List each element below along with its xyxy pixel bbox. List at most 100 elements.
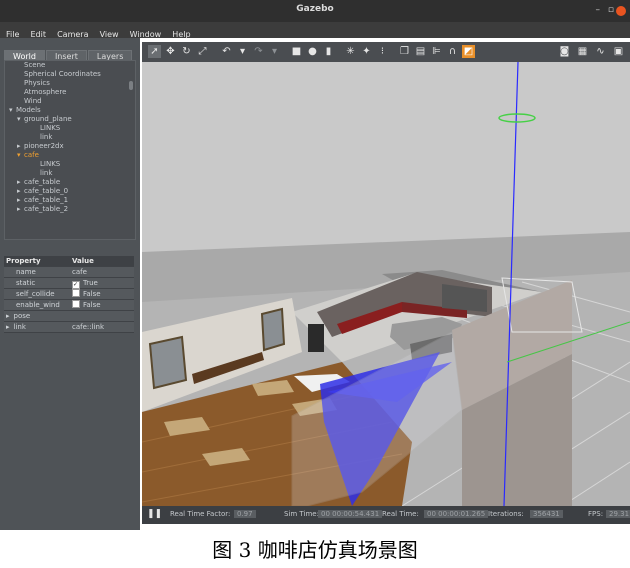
expand-arrow-icon[interactable]: ▾	[9, 106, 16, 115]
checkbox-icon[interactable]	[72, 300, 80, 308]
box-shape-icon[interactable]: ■	[290, 45, 303, 58]
undo-icon[interactable]: ↶	[220, 45, 233, 58]
tree-item-label: Atmosphere	[24, 88, 67, 96]
directional-light-icon[interactable]: ⁝	[376, 45, 389, 58]
scale-icon[interactable]: ⤢	[196, 45, 209, 58]
tree-item[interactable]: Atmosphere	[5, 88, 135, 97]
property-value-text: True	[83, 279, 98, 287]
tree-item[interactable]: ▾ cafe	[5, 151, 135, 160]
property-key: self_collide	[16, 289, 55, 299]
property-row[interactable]: enable_wind False	[4, 300, 134, 311]
tree-item-label: link	[40, 133, 53, 141]
property-value: False	[72, 289, 101, 299]
menu-bar: File Edit Camera View Window Help	[0, 22, 630, 39]
tree-item[interactable]: LINKS	[5, 124, 135, 133]
toolbar: ➚ ✥ ↻ ⤢ ↶ ▾ ↷ ▾ ■ ● ▮ ✳ ✦ ⁝ ❐ ▤ ⊫ ∩ ◩ ◙ …	[142, 42, 630, 62]
paste-icon[interactable]: ▤	[414, 45, 427, 58]
snap-icon[interactable]: ∩	[446, 45, 459, 58]
rotate-icon[interactable]: ↻	[180, 45, 193, 58]
screenshot-icon[interactable]: ◙	[558, 45, 571, 58]
collapse-arrow-icon[interactable]: ▸	[17, 187, 24, 196]
tree-item[interactable]: ▸ cafe_table_1	[5, 196, 135, 205]
copy-icon[interactable]: ❐	[398, 45, 411, 58]
change-view-icon[interactable]: ◩	[462, 45, 475, 58]
undo-dropdown-icon[interactable]: ▾	[236, 45, 249, 58]
tree-item-label: ground_plane	[24, 115, 72, 123]
expand-arrow-icon[interactable]: ▾	[17, 151, 24, 160]
figure-caption: 图 3 咖啡店仿真场景图	[212, 538, 418, 562]
tree-item[interactable]: LINKS	[5, 160, 135, 169]
maximize-button[interactable]: ▫	[608, 5, 614, 15]
property-key-label: name	[16, 268, 36, 276]
property-row[interactable]: ▸ pose	[4, 311, 134, 322]
tree-item[interactable]: link	[5, 133, 135, 142]
tree-item[interactable]: Spherical Coordinates	[5, 70, 135, 79]
property-row[interactable]: static ✓ True	[4, 278, 134, 289]
property-value: cafe	[72, 267, 87, 277]
property-key-label: enable_wind	[16, 301, 60, 309]
expand-arrow-icon[interactable]: ▸	[6, 323, 10, 331]
property-row[interactable]: ▸ link cafe::link	[4, 322, 134, 333]
close-button[interactable]	[616, 6, 626, 16]
plot-icon[interactable]: ∿	[594, 45, 607, 58]
property-key: ▸ pose	[6, 311, 30, 321]
iterations-label: Iterations:	[488, 510, 524, 518]
tree-item[interactable]: ▸ cafe_table_0	[5, 187, 135, 196]
property-value: False	[72, 300, 101, 310]
tree-scrollbar[interactable]	[129, 81, 133, 90]
collapse-arrow-icon[interactable]: ▸	[17, 196, 24, 205]
tree-item[interactable]: Wind	[5, 97, 135, 106]
sphere-shape-icon[interactable]: ●	[306, 45, 319, 58]
real-time-value: 00 00:00:01.265	[424, 510, 489, 518]
tree-item-label: Spherical Coordinates	[24, 70, 101, 78]
status-bar: ❚❚ Real Time Factor: 0.97 Sim Time: 00 0…	[142, 506, 630, 524]
point-light-icon[interactable]: ✳	[344, 45, 357, 58]
collapse-arrow-icon[interactable]: ▸	[17, 178, 24, 187]
tree-item[interactable]: link	[5, 169, 135, 178]
checkbox-icon[interactable]	[72, 289, 80, 297]
minimize-button[interactable]: –	[596, 5, 601, 15]
tree-item[interactable]: ▾ Models	[5, 106, 135, 115]
property-value: cafe::link	[72, 322, 104, 332]
log-icon[interactable]: ▦	[576, 45, 589, 58]
translate-icon[interactable]: ✥	[164, 45, 177, 58]
cylinder-shape-icon[interactable]: ▮	[322, 45, 335, 58]
tree-item[interactable]: ▸ pioneer2dx	[5, 142, 135, 151]
spot-light-icon[interactable]: ✦	[360, 45, 373, 58]
sim-time-label: Sim Time:	[284, 510, 319, 518]
property-value: ✓ True	[72, 278, 98, 289]
redo-icon[interactable]: ↷	[252, 45, 265, 58]
property-value-text: cafe	[72, 268, 87, 276]
property-key-label: pose	[13, 312, 31, 320]
select-arrow-icon[interactable]: ➚	[148, 45, 161, 58]
tree-item[interactable]: Scene	[5, 61, 135, 70]
collapse-arrow-icon[interactable]: ▸	[17, 142, 24, 151]
expand-arrow-icon[interactable]: ▾	[17, 115, 24, 124]
fps-value: 29.31	[606, 510, 630, 518]
property-table: Property Value name cafe static ✓ True self_c…	[4, 256, 134, 333]
tree-item[interactable]: ▸ cafe_table	[5, 178, 135, 187]
tree-item-label: link	[40, 169, 53, 177]
tree-item[interactable]: Physics	[5, 79, 135, 88]
align-icon[interactable]: ⊫	[430, 45, 443, 58]
tree-item-label: cafe_table	[24, 178, 61, 186]
property-key: name	[16, 267, 36, 277]
expand-arrow-icon[interactable]: ▸	[6, 312, 10, 320]
tree-item-label: Wind	[24, 97, 42, 105]
redo-dropdown-icon[interactable]: ▾	[268, 45, 281, 58]
tree-item-label: Models	[16, 106, 41, 114]
scene-viewport[interactable]	[142, 62, 630, 506]
checkbox-checked-icon[interactable]: ✓	[72, 281, 80, 289]
collapse-arrow-icon[interactable]: ▸	[17, 205, 24, 214]
window-title: Gazebo	[296, 4, 334, 14]
pause-button[interactable]: ❚❚	[147, 509, 162, 519]
menu-help[interactable]: Help	[172, 30, 190, 39]
property-key: static	[16, 278, 35, 288]
window-titlebar: Gazebo – ▫	[0, 0, 630, 22]
video-record-icon[interactable]: ▣	[612, 45, 625, 58]
tree-item[interactable]: ▸ cafe_table_2	[5, 205, 135, 214]
tree-item[interactable]: ▾ ground_plane	[5, 115, 135, 124]
property-row[interactable]: self_collide False	[4, 289, 134, 300]
tree-item-label: Scene	[24, 61, 46, 69]
property-row[interactable]: name cafe	[4, 267, 134, 278]
